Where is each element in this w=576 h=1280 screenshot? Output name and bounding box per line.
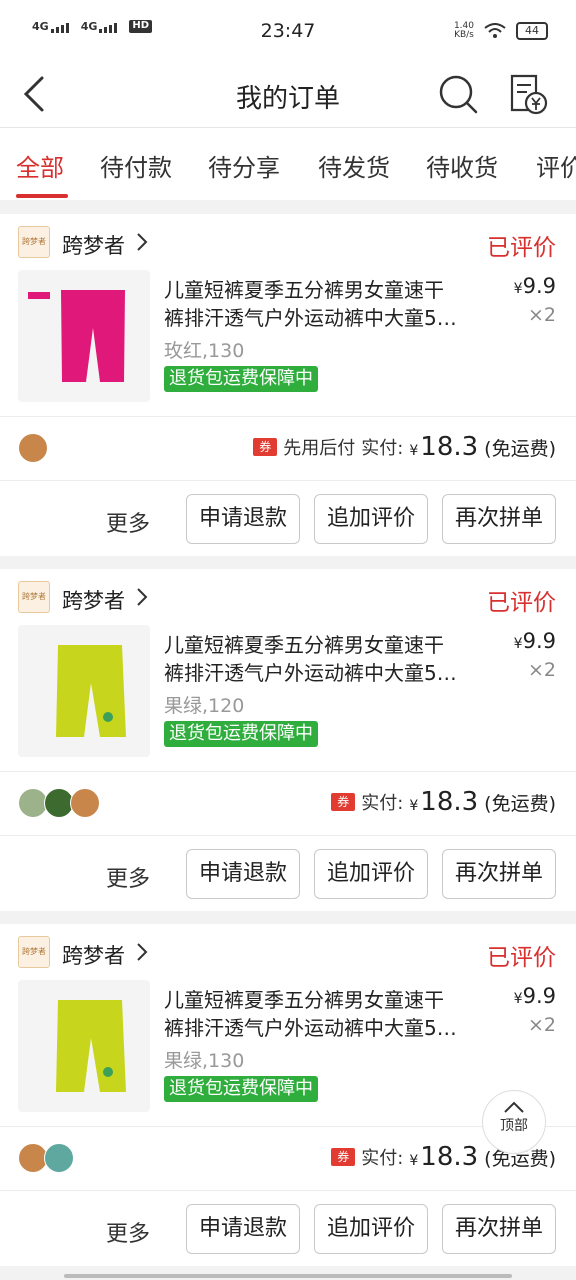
order-card[interactable]: 跨梦者 跨梦者 已评价 儿童短裤夏季五分裤男女童速干 裤排汗透气户外运动裤中大童…: [0, 924, 576, 1266]
payment-summary: 券 实付: ¥18.3 (免运费): [331, 787, 556, 817]
more-button[interactable]: 更多: [106, 1216, 150, 1248]
refund-button[interactable]: 申请退款: [186, 849, 300, 899]
product-image[interactable]: [18, 625, 150, 757]
group-buyer-avatars: [18, 433, 48, 463]
quantity: ×2: [527, 1014, 556, 1036]
avatar: [44, 1143, 74, 1173]
search-icon[interactable]: [436, 72, 480, 116]
shipping-guarantee-badge: 退货包运费保障中: [164, 1076, 318, 1102]
divider: [0, 480, 576, 481]
product-title[interactable]: 裤排汗透气户外运动裤中大童5…: [164, 1012, 494, 1041]
tab-pending-receipt[interactable]: 待收货: [426, 148, 498, 183]
battery-icon: 44: [516, 22, 548, 40]
wifi-icon: [484, 23, 506, 38]
product-title[interactable]: 裤排汗透气户外运动裤中大童5…: [164, 657, 494, 686]
order-status: 已评价: [487, 945, 556, 971]
paid-label: 实付:: [361, 793, 404, 814]
back-to-top-label: 顶部: [500, 1118, 528, 1134]
quantity: ×2: [527, 304, 556, 326]
paid-amount: ¥18.3: [409, 787, 479, 817]
refund-button[interactable]: 申请退款: [186, 494, 300, 544]
product-image[interactable]: [18, 270, 150, 402]
divider: [0, 416, 576, 417]
tab-all[interactable]: 全部: [16, 148, 64, 183]
payment-summary: 券 先用后付 实付: ¥18.3 (免运费): [253, 432, 556, 462]
shipping-guarantee-badge: 退货包运费保障中: [164, 366, 318, 392]
unit-price: ¥9.9: [513, 274, 556, 298]
order-card[interactable]: 跨梦者 跨梦者 已评价 儿童短裤夏季五分裤男女童速干 裤排汗透气户外运动裤中大童…: [0, 569, 576, 911]
product-title[interactable]: 儿童短裤夏季五分裤男女童速干: [164, 629, 494, 658]
rebuy-button[interactable]: 再次拼单: [442, 849, 556, 899]
tab-pending-shipment[interactable]: 待发货: [318, 148, 390, 183]
network-speed: 1.40 KB/s: [453, 21, 474, 40]
group-buyer-avatars: [18, 1143, 74, 1173]
more-button[interactable]: 更多: [106, 861, 150, 893]
coupon-badge: 券: [331, 1148, 356, 1166]
unit-price: ¥9.9: [513, 629, 556, 653]
rebuy-button[interactable]: 再次拼单: [442, 494, 556, 544]
group-buyer-avatars: [18, 788, 100, 818]
order-status: 已评价: [487, 235, 556, 261]
back-icon[interactable]: [16, 72, 56, 116]
chevron-right-icon[interactable]: [136, 587, 148, 607]
order-card[interactable]: 跨梦者 跨梦者 已评价 儿童短裤夏季五分裤男女童速干 裤排汗透气户外运动裤中大童…: [0, 214, 576, 556]
bill-icon[interactable]: [504, 70, 550, 118]
product-sku: 玫红,130: [164, 340, 245, 362]
product-sku: 果绿,120: [164, 695, 245, 717]
shop-logo: 跨梦者: [18, 936, 50, 968]
product-title[interactable]: 儿童短裤夏季五分裤男女童速干: [164, 274, 494, 303]
add-review-button[interactable]: 追加评价: [314, 494, 428, 544]
product-image[interactable]: [18, 980, 150, 1112]
shipping-guarantee-badge: 退货包运费保障中: [164, 721, 318, 747]
paid-amount: ¥18.3: [409, 432, 479, 462]
home-indicator: [64, 1274, 512, 1278]
more-button[interactable]: 更多: [106, 506, 150, 538]
add-review-button[interactable]: 追加评价: [314, 849, 428, 899]
divider: [0, 771, 576, 772]
coupon-badge: 券: [253, 438, 278, 456]
avatar: [18, 433, 48, 463]
shop-logo: 跨梦者: [18, 581, 50, 613]
divider: [0, 835, 576, 836]
product-sku: 果绿,130: [164, 1050, 245, 1072]
tab-review[interactable]: 评价: [536, 148, 576, 183]
tab-pending-payment[interactable]: 待付款: [100, 148, 172, 183]
unit-price: ¥9.9: [513, 984, 556, 1008]
divider: [0, 1190, 576, 1191]
shop-name[interactable]: 跨梦者: [62, 230, 125, 260]
chevron-right-icon[interactable]: [136, 942, 148, 962]
rebuy-button[interactable]: 再次拼单: [442, 1204, 556, 1254]
freight-note: (免运费): [484, 437, 556, 460]
chevron-up-icon: [504, 1101, 524, 1113]
order-status: 已评价: [487, 590, 556, 616]
refund-button[interactable]: 申请退款: [186, 1204, 300, 1254]
shop-name[interactable]: 跨梦者: [62, 940, 125, 970]
nav-bar: 我的订单: [0, 62, 576, 128]
freight-note: (免运费): [484, 792, 556, 815]
status-bar: 4G 4G HD 23:47 1.40 KB/s 44: [0, 0, 576, 62]
product-title[interactable]: 裤排汗透气户外运动裤中大童5…: [164, 302, 494, 331]
coupon-badge: 券: [331, 793, 356, 811]
product-title[interactable]: 儿童短裤夏季五分裤男女童速干: [164, 984, 494, 1013]
paid-amount: ¥18.3: [409, 1142, 479, 1172]
tab-pending-share[interactable]: 待分享: [208, 148, 280, 183]
paid-label: 实付:: [361, 1148, 404, 1169]
quantity: ×2: [527, 659, 556, 681]
paid-label: 实付:: [361, 438, 404, 459]
avatar: [70, 788, 100, 818]
back-to-top-button[interactable]: 顶部: [482, 1090, 546, 1154]
active-tab-indicator: [16, 194, 68, 198]
order-tabs: 全部 待付款 待分享 待发货 待收货 评价: [0, 128, 576, 200]
chevron-right-icon[interactable]: [136, 232, 148, 252]
shop-logo: 跨梦者: [18, 226, 50, 258]
pay-method: 先用后付: [283, 438, 356, 459]
add-review-button[interactable]: 追加评价: [314, 1204, 428, 1254]
shop-name[interactable]: 跨梦者: [62, 585, 125, 615]
page-title: 我的订单: [235, 84, 340, 114]
